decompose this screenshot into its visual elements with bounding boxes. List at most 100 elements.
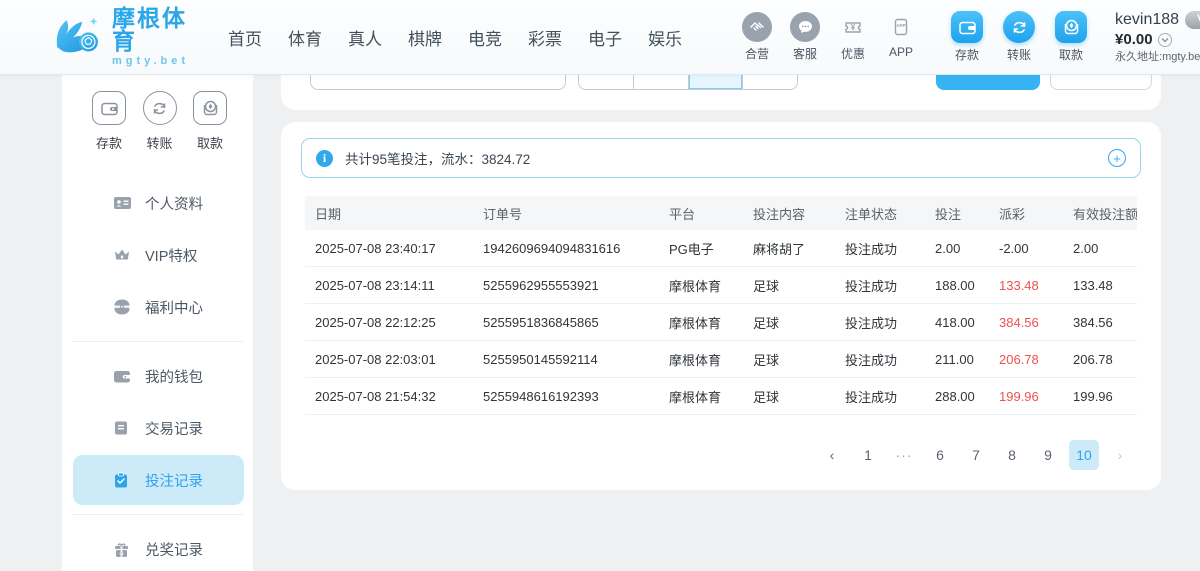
quicklink-deposit[interactable]: 存款 xyxy=(942,11,992,63)
table-row: 2025-07-08 22:03:015255950145592114摩根体育足… xyxy=(305,341,1137,378)
quicklink-withdraw[interactable]: 取款 xyxy=(1046,11,1096,63)
pagination-page-8[interactable]: 8 xyxy=(997,440,1027,470)
cell-valid-bet-amount: 206.78 xyxy=(1063,352,1137,367)
column-header-3: 平台 xyxy=(659,204,743,223)
sidebar-divider xyxy=(72,514,243,515)
balance-refresh-icon[interactable] xyxy=(1158,33,1172,47)
nav-item-4[interactable]: 棋牌 xyxy=(395,15,455,60)
nav-quicklinks-gray: 合营客服¥优惠APPAPP xyxy=(733,12,925,62)
column-header-8: 有效投注额 xyxy=(1063,204,1137,223)
brand-logo[interactable]: 摩根体育 mgty.bet xyxy=(52,7,189,67)
sidebar-quick-label: 取款 xyxy=(193,133,227,152)
transaction-icon xyxy=(113,418,133,438)
sidebar-item-wallet[interactable]: 我的钱包 xyxy=(73,351,244,401)
cell-platform: 摩根体育 xyxy=(659,350,743,369)
username[interactable]: kevin188 xyxy=(1115,10,1179,30)
balance: ¥0.00 xyxy=(1115,31,1153,50)
quicklink-label: 优惠 xyxy=(830,45,876,62)
cell-bet-status: 投注成功 xyxy=(835,239,925,258)
brand-domain: mgty.bet xyxy=(112,55,189,67)
sidebar-quick-withdraw[interactable]: 取款 xyxy=(193,91,227,152)
cell-bet-amount: 2.00 xyxy=(925,241,989,256)
cell-valid-bet-amount: 2.00 xyxy=(1063,241,1137,256)
top-navbar: 摩根体育 mgty.bet 首页体育真人棋牌电竞彩票电子娱乐 合营客服¥优惠AP… xyxy=(0,0,1200,75)
nav-item-5[interactable]: 电竞 xyxy=(455,15,515,60)
gift-icon: 兑 xyxy=(113,539,133,559)
sidebar-quick-label: 转账 xyxy=(143,133,177,152)
bet-records-card: i 共计95笔投注，流水：3824.72 + 日期订单号平台投注内容注单状态投注… xyxy=(281,122,1161,490)
cell-bet-content: 足球 xyxy=(743,313,835,332)
sidebar-item-idcard[interactable]: 个人资料 xyxy=(73,178,244,228)
handshake-icon xyxy=(742,12,772,42)
nav-item-8[interactable]: 娱乐 xyxy=(635,15,695,60)
sidebar-item-label: 个人资料 xyxy=(145,193,203,214)
permanent-address: 永久地址:mgty.bet xyxy=(1115,51,1200,65)
coupon-icon: ¥ xyxy=(838,12,868,42)
pagination-prev[interactable]: ‹ xyxy=(817,440,847,470)
summary-alert: i 共计95笔投注，流水：3824.72 + xyxy=(301,138,1141,178)
cell-order-number: 5255950145592114 xyxy=(473,352,659,367)
cell-order-number: 5255962955553921 xyxy=(473,278,659,293)
quicklink-coupon[interactable]: ¥ 优惠 xyxy=(830,12,876,62)
svg-text:APP: APP xyxy=(897,23,906,28)
sidebar-item-gift[interactable]: 兑兑奖记录 xyxy=(73,524,244,571)
table-row: 2025-07-08 21:54:325255948616192393摩根体育足… xyxy=(305,378,1137,415)
bet-table: 日期订单号平台投注内容注单状态投注派彩有效投注额 2025-07-08 23:4… xyxy=(305,196,1137,415)
pagination-page-9[interactable]: 9 xyxy=(1033,440,1063,470)
cell-platform: 摩根体育 xyxy=(659,387,743,406)
sidebar-item-benefit[interactable]: 福利中心 xyxy=(73,282,244,332)
quicklink-label: 客服 xyxy=(782,45,828,62)
summary-text: 共计95笔投注，流水：3824.72 xyxy=(345,148,530,168)
quicklink-service[interactable]: 客服 xyxy=(782,12,828,62)
cell-bet-amount: 188.00 xyxy=(925,278,989,293)
cell-payout: -2.00 xyxy=(989,241,1063,256)
pagination-page-6[interactable]: 6 xyxy=(925,440,955,470)
pagination-page-1[interactable]: 1 xyxy=(853,440,883,470)
pagination-next[interactable]: › xyxy=(1105,440,1135,470)
cell-order-number: 1942609694094831616 xyxy=(473,241,659,256)
pagination-page-10[interactable]: 10 xyxy=(1069,440,1099,470)
nav-item-7[interactable]: 电子 xyxy=(575,15,635,60)
quicklink-label: APP xyxy=(878,45,924,59)
quicklink-transfer[interactable]: 转账 xyxy=(994,11,1044,63)
quicklink-app[interactable]: APP APP xyxy=(878,12,924,62)
column-header-7: 派彩 xyxy=(989,204,1063,223)
deposit-icon xyxy=(92,91,126,125)
column-header-5: 注单状态 xyxy=(835,204,925,223)
nav-item-1[interactable]: 首页 xyxy=(215,15,275,60)
sidebar: 存款转账取款 个人资料 VIP特权福利中心我的钱包交易记录投注记录兑兑奖记录 xyxy=(62,75,253,571)
sidebar-quick-deposit[interactable]: 存款 xyxy=(92,91,126,152)
sidebar-item-label: 投注记录 xyxy=(145,470,203,491)
nav-item-2[interactable]: 体育 xyxy=(275,15,335,60)
quicklink-label: 取款 xyxy=(1046,46,1096,63)
column-header-1: 日期 xyxy=(305,204,473,223)
cell-payout: 384.56 xyxy=(989,315,1063,330)
cell-bet-status: 投注成功 xyxy=(835,387,925,406)
sidebar-quick-transfer[interactable]: 转账 xyxy=(143,91,177,152)
transfer-icon xyxy=(1003,11,1035,43)
sidebar-quick-actions: 存款转账取款 xyxy=(62,75,253,152)
pagination-page-7[interactable]: 7 xyxy=(961,440,991,470)
nav-item-6[interactable]: 彩票 xyxy=(515,15,575,60)
sidebar-item-crown[interactable]: VIP特权 xyxy=(73,230,244,280)
cell-date: 2025-07-08 22:03:01 xyxy=(305,352,473,367)
table-row: 2025-07-08 23:40:171942609694094831616PG… xyxy=(305,230,1137,267)
expand-icon[interactable]: + xyxy=(1108,149,1126,167)
cell-payout: 206.78 xyxy=(989,352,1063,367)
cell-payout: 133.48 xyxy=(989,278,1063,293)
table-header: 日期订单号平台投注内容注单状态投注派彩有效投注额 xyxy=(305,196,1137,230)
sidebar-item-bet-record[interactable]: 投注记录 xyxy=(73,455,244,505)
wallet-icon xyxy=(113,366,133,386)
quicklink-handshake[interactable]: 合营 xyxy=(734,12,780,62)
cell-valid-bet-amount: 199.96 xyxy=(1063,389,1137,404)
cell-platform: 摩根体育 xyxy=(659,276,743,295)
transfer-icon xyxy=(143,91,177,125)
info-icon: i xyxy=(316,150,333,167)
sidebar-item-label: VIP特权 xyxy=(145,245,197,266)
cell-bet-amount: 211.00 xyxy=(925,352,989,367)
idcard-icon xyxy=(113,193,133,213)
sidebar-item-transaction[interactable]: 交易记录 xyxy=(73,403,244,453)
sidebar-item-label: 我的钱包 xyxy=(145,366,203,387)
column-header-2: 订单号 xyxy=(473,204,659,223)
nav-item-3[interactable]: 真人 xyxy=(335,15,395,60)
